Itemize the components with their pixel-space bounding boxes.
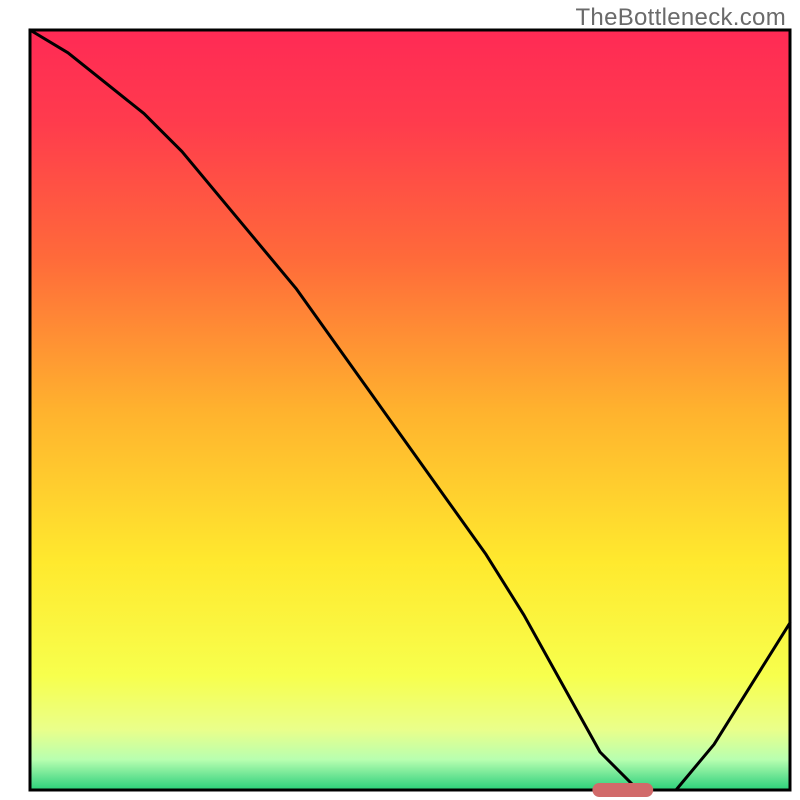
optimal-marker <box>592 783 653 797</box>
chart-background <box>30 30 790 790</box>
watermark-text: TheBottleneck.com <box>575 4 786 32</box>
bottleneck-chart <box>0 0 800 800</box>
chart-container: TheBottleneck.com <box>0 0 800 800</box>
